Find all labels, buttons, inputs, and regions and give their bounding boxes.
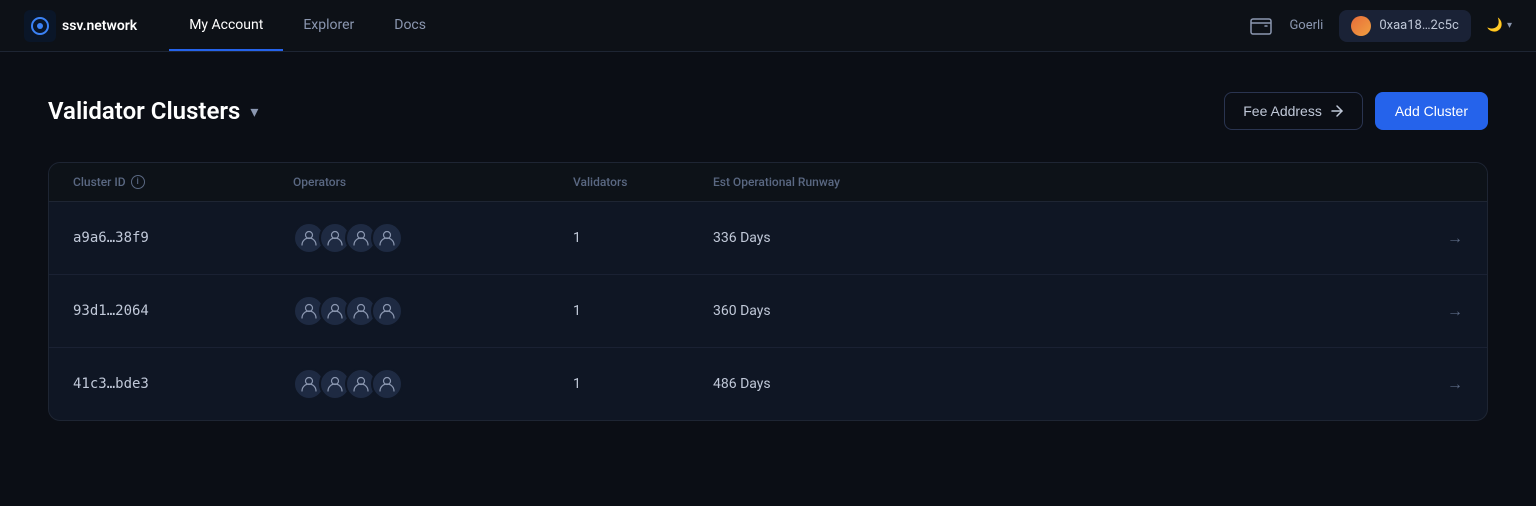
cluster-id-cell: 41c3…bde3: [73, 376, 293, 392]
nav-my-account[interactable]: My Account: [169, 0, 283, 51]
nav-links: My Account Explorer Docs: [169, 0, 446, 51]
cluster-id-cell: 93d1…2064: [73, 303, 293, 319]
row-arrow-icon: →: [1411, 228, 1463, 248]
fee-address-button[interactable]: Fee Address: [1224, 92, 1363, 130]
logo[interactable]: ssv.network: [24, 10, 137, 42]
runway-cell: 486 Days: [713, 376, 1411, 392]
col-runway: Est Operational Runway: [713, 175, 1411, 189]
theme-chevron: ▾: [1507, 20, 1512, 31]
runway-cell: 360 Days: [713, 303, 1411, 319]
runway-cell: 336 Days: [713, 230, 1411, 246]
cluster-id-cell: a9a6…38f9: [73, 230, 293, 246]
row-arrow-icon: →: [1411, 301, 1463, 321]
address-text: 0xaa18…2c5c: [1379, 18, 1458, 33]
operators-cell: [293, 222, 573, 254]
nav-explorer[interactable]: Explorer: [283, 0, 374, 51]
add-cluster-label: Add Cluster: [1395, 103, 1468, 119]
page-header: Validator Clusters ▾ Fee Address Add Clu…: [48, 92, 1488, 130]
table-header: Cluster ID i Operators Validators Est Op…: [49, 163, 1487, 202]
operator-avatar: [371, 368, 403, 400]
operators-cell: [293, 368, 573, 400]
network-label: Goerli: [1289, 18, 1323, 33]
nav-right: Goerli 0xaa18…2c5c 🌙 ▾: [1249, 10, 1512, 42]
cluster-id-info-icon[interactable]: i: [131, 175, 145, 189]
page-title: Validator Clusters: [48, 97, 240, 125]
fee-address-icon: [1330, 104, 1344, 118]
nav-docs[interactable]: Docs: [374, 0, 446, 51]
validators-cell: 1: [573, 230, 713, 246]
address-avatar: [1351, 16, 1371, 36]
theme-icon: 🌙: [1487, 18, 1503, 33]
navbar: ssv.network My Account Explorer Docs Goe…: [0, 0, 1536, 52]
validators-cell: 1: [573, 303, 713, 319]
validators-cell: 1: [573, 376, 713, 392]
logo-text: ssv.network: [62, 18, 137, 34]
add-cluster-button[interactable]: Add Cluster: [1375, 92, 1488, 130]
page-title-wrap: Validator Clusters ▾: [48, 97, 258, 125]
title-chevron-icon: ▾: [250, 102, 258, 121]
col-operators: Operators: [293, 175, 573, 189]
col-actions: [1411, 175, 1463, 189]
operator-avatar: [371, 222, 403, 254]
col-cluster-id: Cluster ID i: [73, 175, 293, 189]
table-row[interactable]: 93d1…2064 1 360 Days →: [49, 275, 1487, 348]
operator-avatar: [371, 295, 403, 327]
main-content: Validator Clusters ▾ Fee Address Add Clu…: [0, 52, 1536, 461]
theme-toggle[interactable]: 🌙 ▾: [1487, 18, 1512, 33]
row-arrow-icon: →: [1411, 374, 1463, 394]
operators-cell: [293, 295, 573, 327]
wallet-icon: [1249, 14, 1273, 38]
table-row[interactable]: a9a6…38f9 1 336 Days →: [49, 202, 1487, 275]
table-row[interactable]: 41c3…bde3 1 486 Days →: [49, 348, 1487, 420]
header-actions: Fee Address Add Cluster: [1224, 92, 1488, 130]
cluster-table: Cluster ID i Operators Validators Est Op…: [48, 162, 1488, 421]
fee-address-label: Fee Address: [1243, 103, 1322, 119]
col-validators: Validators: [573, 175, 713, 189]
wallet-address[interactable]: 0xaa18…2c5c: [1339, 10, 1470, 42]
